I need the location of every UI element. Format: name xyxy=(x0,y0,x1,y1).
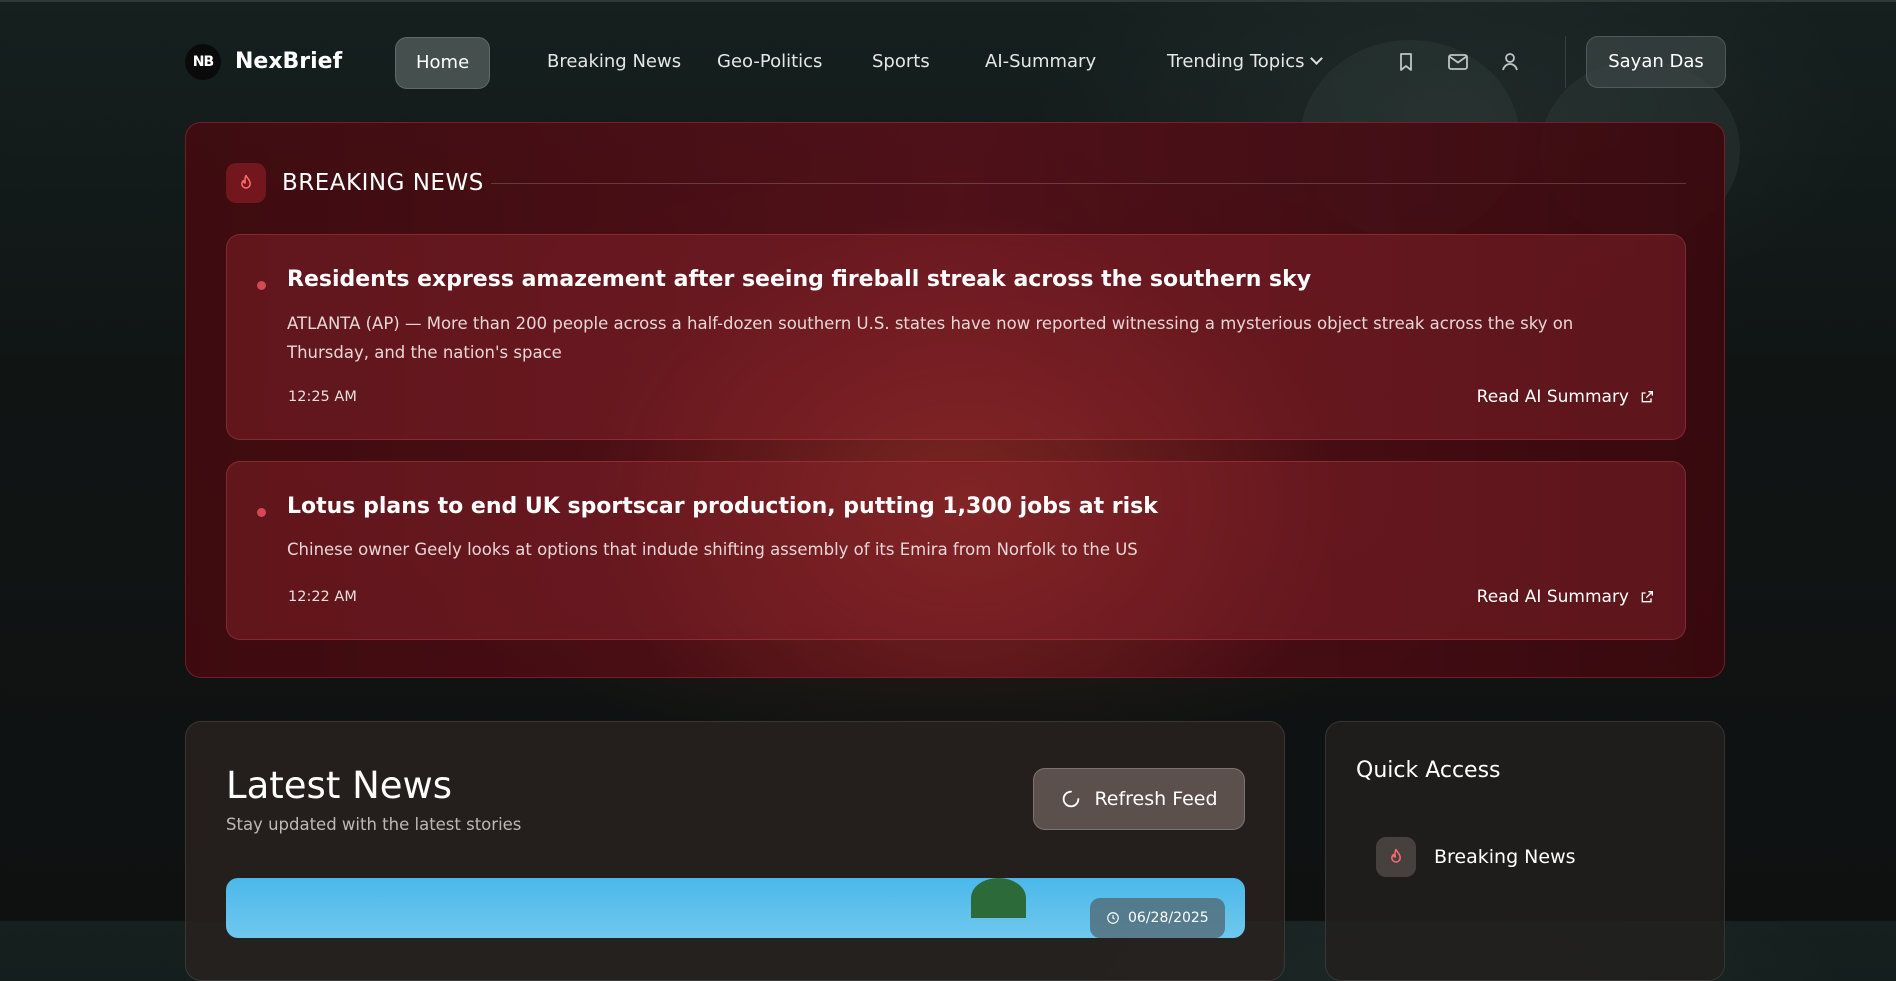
top-navbar: NB NexBrief Home Breaking News Geo-Polit… xyxy=(185,36,1726,89)
quick-access-panel: Quick Access Breaking News xyxy=(1325,721,1725,981)
refresh-feed-button[interactable]: Refresh Feed xyxy=(1033,768,1245,830)
news-card-image[interactable]: 06/28/2025 xyxy=(226,878,1245,938)
breaking-news-card[interactable]: Residents express amazement after seeing… xyxy=(226,234,1686,440)
read-ai-summary-link[interactable]: Read AI Summary xyxy=(1477,387,1655,407)
heading-divider xyxy=(491,183,1686,184)
bullet-dot xyxy=(257,281,266,290)
nav-sports[interactable]: Sports xyxy=(852,37,950,87)
news-time: 12:25 AM xyxy=(288,389,357,405)
nav-home-label: Home xyxy=(416,52,470,73)
external-link-icon xyxy=(1641,591,1653,603)
breaking-news-heading: BREAKING NEWS xyxy=(282,170,484,196)
read-ai-summary-label: Read AI Summary xyxy=(1476,387,1629,407)
nav-ai-summary[interactable]: AI-Summary xyxy=(965,37,1116,87)
nav-geo-politics[interactable]: Geo-Politics xyxy=(697,37,842,87)
clock-icon xyxy=(1107,912,1119,924)
user-icon[interactable] xyxy=(1498,50,1522,74)
user-profile-button[interactable]: Sayan Das xyxy=(1586,36,1726,88)
breaking-news-panel: BREAKING NEWS Residents express amazemen… xyxy=(185,122,1725,678)
news-description: Chinese owner Geely looks at options tha… xyxy=(287,540,1138,559)
latest-news-panel: Latest News Stay updated with the latest… xyxy=(185,721,1285,981)
nav-breaking-news-label: Breaking News xyxy=(547,51,682,72)
top-border xyxy=(0,0,1896,2)
quick-access-heading: Quick Access xyxy=(1356,758,1501,783)
read-ai-summary-label: Read AI Summary xyxy=(1476,587,1629,607)
refresh-feed-label: Refresh Feed xyxy=(1094,788,1218,810)
bullet-dot xyxy=(257,508,266,517)
read-ai-summary-link[interactable]: Read AI Summary xyxy=(1477,587,1655,607)
flame-icon xyxy=(226,163,266,203)
chevron-down-icon xyxy=(1310,52,1324,65)
nav-trending-topics-label: Trending Topics xyxy=(1167,51,1305,72)
nav-sports-label: Sports xyxy=(872,51,930,72)
brand-logo[interactable]: NB xyxy=(185,44,221,80)
nav-divider xyxy=(1565,36,1566,88)
mail-icon[interactable] xyxy=(1446,50,1470,74)
refresh-icon xyxy=(1063,790,1080,808)
latest-news-heading: Latest News xyxy=(226,764,453,807)
brand-name[interactable]: NexBrief xyxy=(235,49,342,74)
flame-icon xyxy=(1376,837,1416,877)
news-headline[interactable]: Lotus plans to end UK sportscar producti… xyxy=(287,494,1158,519)
quick-access-item-label: Breaking News xyxy=(1434,846,1576,868)
news-time: 12:22 AM xyxy=(288,589,357,605)
nav-ai-summary-label: AI-Summary xyxy=(985,51,1097,72)
image-tree-shape xyxy=(971,878,1026,918)
news-headline[interactable]: Residents express amazement after seeing… xyxy=(287,267,1311,292)
external-link-icon xyxy=(1641,391,1653,403)
breaking-news-card[interactable]: Lotus plans to end UK sportscar producti… xyxy=(226,461,1686,640)
nav-home[interactable]: Home xyxy=(395,37,491,89)
quick-access-breaking-news[interactable]: Breaking News xyxy=(1376,836,1576,878)
date-badge-label: 06/28/2025 xyxy=(1128,910,1209,926)
date-badge: 06/28/2025 xyxy=(1090,898,1225,938)
nav-trending-topics[interactable]: Trending Topics xyxy=(1147,37,1341,87)
nav-geo-politics-label: Geo-Politics xyxy=(717,51,823,72)
news-description: ATLANTA (AP) — More than 200 people acro… xyxy=(287,314,1574,362)
nav-breaking-news[interactable]: Breaking News xyxy=(527,37,701,87)
latest-news-subtitle: Stay updated with the latest stories xyxy=(226,815,522,834)
bookmark-icon[interactable] xyxy=(1394,50,1418,74)
